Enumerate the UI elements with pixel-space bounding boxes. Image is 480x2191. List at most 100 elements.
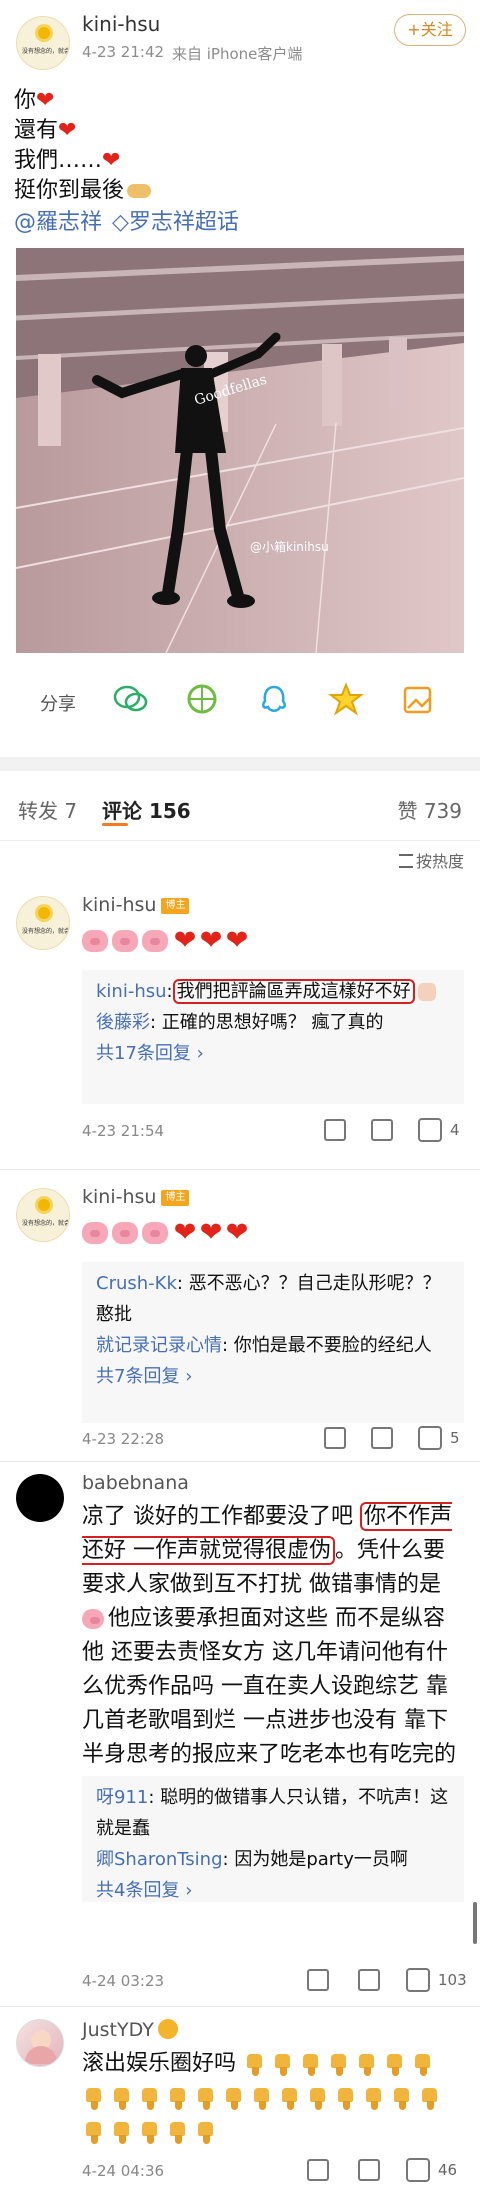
tab-comments[interactable]: 评论 156 (102, 795, 191, 824)
thumbs-down-icon (271, 2052, 295, 2076)
section-separator (0, 757, 480, 771)
pig-emoji-icon (142, 1222, 168, 1244)
reply-comment-icon[interactable] (371, 1119, 393, 1141)
thumbs-down-icon (327, 2052, 351, 2076)
thumbs-down-icon (355, 2052, 379, 2076)
pig-emoji-icon (142, 930, 168, 952)
share-label[interactable]: 分享 (40, 690, 76, 716)
comment-footer: 4-23 22:28 5 (82, 1425, 464, 1453)
comment-time: 4-23 21:54 (82, 1122, 165, 1140)
moments-icon[interactable] (184, 681, 220, 717)
heart-emoji-icon: ❤ (199, 925, 223, 956)
thumbs-down-icon (418, 2086, 442, 2110)
thumbs-down-icon (166, 2086, 190, 2110)
thumbs-down-icon (390, 2086, 414, 2110)
thumbs-down-icon (194, 2120, 218, 2144)
thumbs-down-icon (82, 2120, 106, 2144)
heart-emoji-icon: ❤ (173, 925, 197, 956)
tab-repost[interactable]: 转发 7 (18, 795, 77, 824)
chevron-right-icon: › (185, 1366, 193, 1387)
post-line-3: 我們……❤ (14, 148, 121, 173)
sort-by-hot[interactable]: 按热度 (398, 848, 464, 872)
comment-card: babebnana 凉了 谈好的工作都要没了吧 你不作声还好 一作声就觉得很虚伪… (0, 1462, 480, 2007)
comment-footer: 4-24 04:36 46 (82, 2157, 464, 2185)
commenter-avatar[interactable] (16, 1474, 64, 1522)
qq-icon[interactable] (256, 681, 292, 717)
qzone-icon[interactable] (328, 681, 364, 717)
thumbs-down-icon (362, 2086, 386, 2110)
comment-text: 凉了 谈好的工作都要没了吧 你不作声还好 一作声就觉得很虚伪 。凭什么要要求人家做… (82, 1502, 457, 1801)
comment-time: 4-23 22:28 (82, 1430, 165, 1448)
share-comment-icon[interactable] (324, 1427, 346, 1449)
reply-comment-icon[interactable] (358, 2159, 380, 2181)
commenter-avatar[interactable]: 没有想念的，就会感觉着 (16, 896, 70, 950)
share-comment-icon[interactable] (324, 1119, 346, 1141)
author-name[interactable]: kini-hsu (82, 12, 160, 36)
share-comment-icon[interactable] (307, 2159, 329, 2181)
album-icon[interactable] (400, 681, 436, 717)
reply-preview[interactable]: kini-hsu: 我們把評論區弄成這樣好不好 後藤彩: 正確的思想好嗎？ 瘋了真… (82, 970, 464, 1104)
comment-text: ❤ ❤ ❤ (82, 924, 464, 958)
thumbs-down-icon (110, 2120, 134, 2144)
comment-footer: 4-23 21:54 4 (82, 1117, 464, 1145)
like-count: 5 (450, 1429, 460, 1447)
like-icon[interactable] (406, 2158, 430, 2182)
like-count: 4 (450, 1121, 460, 1139)
flexed-bicep-icon (127, 184, 152, 198)
post-image[interactable]: Goodfellas @小箱kinihsu (16, 248, 464, 653)
highlighted-reply-text: 我們把評論區弄成這樣好不好 (172, 979, 415, 1004)
commenter-name[interactable]: kini-hsu 博主 (82, 1186, 190, 1208)
pig-emoji-icon (82, 930, 108, 952)
wechat-icon[interactable] (112, 681, 148, 717)
thumbs-down-icon (299, 2052, 323, 2076)
commenter-avatar[interactable] (16, 2019, 64, 2067)
like-count: 103 (438, 1971, 467, 1989)
thumbs-down-icon (138, 2086, 162, 2110)
commenter-name[interactable]: JustYDY (82, 2019, 178, 2041)
topic-link[interactable]: ◇罗志祥超话 (112, 210, 239, 235)
commenter-name[interactable]: kini-hsu 博主 (82, 894, 190, 916)
folded-hands-icon (417, 983, 436, 1001)
reply-preview[interactable]: 呀911: 聪明的做错事人只认错，不吭声！这就是蠢 卿SharonTsing: … (82, 1776, 464, 1902)
chevron-right-icon: › (196, 1043, 204, 1064)
like-icon[interactable] (406, 1968, 430, 1992)
thumbs-down-icon (334, 2086, 358, 2110)
reply-line: 呀911: 聪明的做错事人只认错，不吭声！这就是蠢 (96, 1787, 449, 1839)
red-heart-icon: ❤ (58, 118, 77, 143)
reply-preview[interactable]: Crush-Kk: 恶不恶心？？自己走队形呢？？憨批 就记录记录心情: 你怕是最… (82, 1262, 464, 1423)
reply-comment-icon[interactable] (371, 1427, 393, 1449)
commenter-name[interactable]: babebnana (82, 1472, 189, 1494)
thumbs-down-icon (194, 2086, 218, 2110)
follow-button[interactable]: +关注 (394, 14, 466, 46)
reply-more-link[interactable]: 共17条回复 › (96, 1038, 454, 1069)
pig-emoji-icon (112, 930, 138, 952)
reply-line: Crush-Kk: 恶不恶心？？自己走队形呢？？憨批 (96, 1273, 441, 1325)
like-count: 46 (438, 2161, 458, 2179)
mention-link[interactable]: @羅志祥 (14, 210, 102, 235)
like-icon[interactable] (418, 1426, 442, 1450)
heart-emoji-icon: ❤ (225, 1217, 249, 1248)
commenter-avatar[interactable]: 没有想念的，就会感觉着 (16, 1188, 70, 1242)
comment-card: JustYDY 滚出娱乐圈好吗 4-24 04:36 46 (0, 2007, 480, 2191)
angry-face-icon (157, 2019, 178, 2039)
thumbs-down-icon (82, 2086, 106, 2110)
author-badge: 博主 (161, 1189, 190, 1206)
sort-icon (398, 854, 413, 868)
thumbs-down-icon (110, 2086, 134, 2110)
reply-comment-icon[interactable] (358, 1969, 380, 1991)
active-tab-indicator (102, 823, 128, 826)
pig-emoji-icon (82, 1609, 104, 1629)
page-scrollbar[interactable] (473, 1902, 477, 1944)
heart-emoji-icon: ❤ (199, 1217, 223, 1248)
author-avatar[interactable]: 没有想念的，就会感觉着 (16, 16, 70, 70)
post-mentions: @羅志祥 ◇罗志祥超话 (14, 204, 239, 236)
reply-more-link[interactable]: 共7条回复 › (96, 1361, 454, 1392)
pig-emoji-icon (112, 1222, 138, 1244)
tab-likes[interactable]: 赞 739 (397, 795, 462, 824)
reply-more-link[interactable]: 共4条回复 › (96, 1875, 454, 1906)
comment-card: 没有想念的，就会感觉着 kini-hsu博主 ❤❤❤ kini-hsu:我們把評… (0, 878, 480, 1170)
heart-emoji-icon: ❤ (225, 925, 249, 956)
like-icon[interactable] (418, 1118, 442, 1142)
share-comment-icon[interactable] (307, 1969, 329, 1991)
post-time: 4-23 21:42 (82, 43, 165, 61)
